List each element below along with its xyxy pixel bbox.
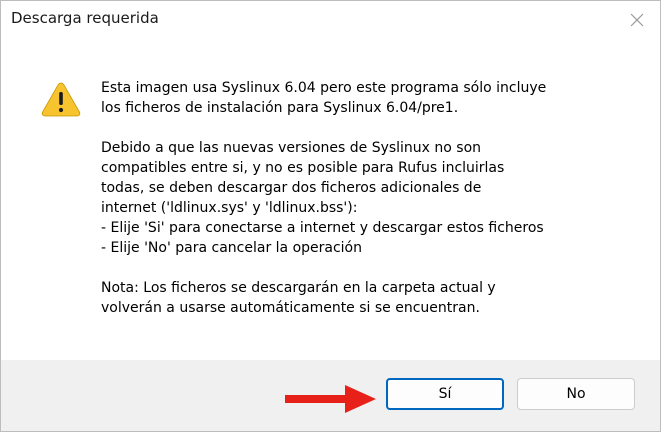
button-bar: Sí No — [1, 360, 660, 431]
message-line: compatibles entre si, y no es posible pa… — [101, 160, 505, 176]
message-paragraph: Debido a que las nuevas versiones de Sys… — [101, 138, 641, 258]
message-line: Esta imagen usa Syslinux 6.04 pero este … — [101, 80, 547, 96]
message-line: Nota: Los ficheros se descargarán en la … — [101, 280, 496, 296]
warning-icon — [41, 81, 81, 117]
close-button[interactable] — [614, 1, 660, 38]
message-paragraph: Esta imagen usa Syslinux 6.04 pero este … — [101, 78, 641, 118]
message-line: Debido a que las nuevas versiones de Sys… — [101, 140, 482, 156]
message-line: todas, se deben descargar dos ficheros a… — [101, 180, 482, 196]
red-arrow-icon — [285, 384, 377, 414]
message-line: internet ('ldlinux.sys' y 'ldlinux.bss')… — [101, 200, 358, 216]
dialog-window: Descarga requerida Esta imagen usa Sysli… — [0, 0, 661, 432]
dialog-content: Esta imagen usa Syslinux 6.04 pero este … — [1, 38, 660, 360]
message-line: - Elije 'No' para cancelar la operación — [101, 240, 362, 256]
title-bar[interactable]: Descarga requerida — [1, 1, 660, 38]
message-line: - Elije 'Si' para conectarse a internet … — [101, 220, 544, 236]
close-icon — [630, 13, 644, 27]
message-paragraph: Nota: Los ficheros se descargarán en la … — [101, 278, 641, 318]
window-title: Descarga requerida — [11, 9, 159, 27]
message-line: volverán a usarse automáticamente si se … — [101, 300, 480, 316]
message-text: Esta imagen usa Syslinux 6.04 pero este … — [101, 78, 641, 318]
yes-button[interactable]: Sí — [386, 378, 504, 410]
message-line: los ficheros de instalación para Syslinu… — [101, 100, 459, 116]
no-button[interactable]: No — [517, 378, 635, 410]
